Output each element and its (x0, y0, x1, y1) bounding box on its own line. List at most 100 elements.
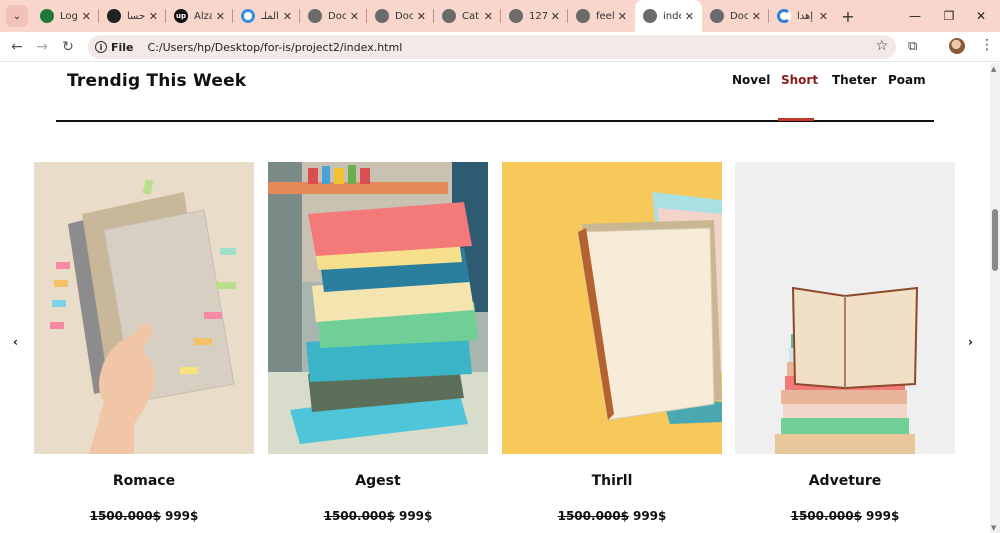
close-icon[interactable]: ✕ (417, 10, 426, 23)
old-price: 1500.000$ (323, 509, 395, 523)
close-icon[interactable]: ✕ (350, 10, 359, 23)
address-bar-row: ← → ↻ i File C:/Users/hp/Desktop/for-is/… (0, 32, 1000, 62)
plus-icon: + (841, 6, 855, 26)
scroll-down-icon[interactable]: ▼ (991, 524, 996, 532)
reload-icon: ↻ (62, 39, 74, 55)
close-icon[interactable]: ✕ (283, 10, 292, 23)
bookmark-star-icon[interactable]: ☆ (875, 38, 888, 54)
nav-link-theter[interactable]: Theter (832, 73, 877, 87)
reload-button[interactable]: ↻ (57, 36, 79, 58)
url-text: C:/Users/hp/Desktop/for-is/project2/inde… (147, 40, 403, 54)
nav-link-poam[interactable]: Poam (888, 73, 926, 87)
close-icon[interactable]: ✕ (618, 10, 627, 23)
scrollbar-thumb[interactable] (992, 209, 998, 271)
browser-tab[interactable]: 127 ✕ (501, 0, 568, 32)
close-icon[interactable]: ✕ (752, 10, 761, 23)
browser-tab[interactable]: feel ✕ (568, 0, 635, 32)
favicon-icon (241, 9, 255, 23)
globe-icon (442, 9, 456, 23)
info-icon[interactable]: i (95, 41, 107, 53)
close-icon[interactable]: ✕ (216, 10, 225, 23)
forward-button[interactable]: → (31, 36, 53, 58)
carousel-prev-button[interactable]: ‹ (13, 335, 18, 349)
browser-tab[interactable]: حسا ✕ (99, 0, 166, 32)
active-nav-indicator (778, 118, 814, 121)
url-scheme: File (111, 40, 134, 54)
new-price: 999$ (865, 509, 900, 523)
close-icon: ✕ (975, 9, 987, 23)
favicon-icon (107, 9, 121, 23)
product-image[interactable] (735, 162, 955, 454)
page-title: Trendig This Week (67, 71, 247, 91)
scroll-up-icon[interactable]: ▲ (991, 65, 996, 73)
nav-link-novel[interactable]: Novel (732, 73, 770, 87)
extensions-icon[interactable]: ⧉ (908, 39, 917, 54)
globe-icon (375, 9, 389, 23)
browser-tab[interactable]: الملـ ✕ (233, 0, 300, 32)
browser-tab[interactable]: Doc ✕ (300, 0, 367, 32)
product-price: 1500.000$ 999$ (735, 509, 955, 523)
carousel-next-button[interactable]: › (968, 335, 973, 349)
product-image[interactable] (268, 162, 488, 454)
browser-tab-active[interactable]: inde✕ (635, 0, 702, 32)
page-viewport: Trendig This Week Novel Short Theter Poa… (0, 63, 990, 533)
globe-icon (576, 9, 590, 23)
browser-tab[interactable]: Doc ✕ (702, 0, 769, 32)
product-price: 1500.000$ 999$ (34, 509, 254, 523)
new-tab-button[interactable]: + (836, 0, 860, 32)
globe-icon (308, 9, 322, 23)
browser-tab[interactable]: upAlza✕ (166, 0, 233, 32)
page-scrollbar[interactable]: ▲ ▼ (990, 63, 1000, 533)
product-name[interactable]: Romace (34, 473, 254, 489)
chevron-left-icon: ‹ (13, 335, 18, 349)
product-card[interactable]: Agest 1500.000$ 999$ (268, 162, 488, 523)
favicon-icon: up (174, 9, 188, 23)
close-icon[interactable]: ✕ (149, 10, 158, 23)
close-icon[interactable]: ✕ (685, 10, 694, 23)
globe-icon (643, 9, 657, 23)
browser-tab[interactable]: Log ✕ (32, 0, 99, 32)
product-image[interactable] (34, 162, 254, 454)
profile-avatar[interactable] (949, 38, 965, 54)
address-input[interactable]: i File C:/Users/hp/Desktop/for-is/projec… (88, 35, 896, 59)
minimize-button[interactable]: — (896, 0, 934, 32)
product-price: 1500.000$ 999$ (502, 509, 722, 523)
browser-tab[interactable]: Doc ✕ (367, 0, 434, 32)
old-price: 1500.000$ (790, 509, 862, 523)
close-icon[interactable]: ✕ (82, 10, 91, 23)
arrow-left-icon: ← (11, 39, 23, 55)
tab-search-button[interactable]: ⌄ (6, 5, 28, 27)
favicon-icon (777, 9, 791, 23)
product-name[interactable]: Thirll (502, 473, 722, 489)
product-card[interactable]: Romace 1500.000$ 999$ (34, 162, 254, 523)
chevron-down-icon: ⌄ (12, 10, 22, 22)
product-name[interactable]: Adveture (735, 473, 955, 489)
globe-icon (509, 9, 523, 23)
nav-link-short[interactable]: Short (781, 73, 818, 87)
back-button[interactable]: ← (6, 36, 28, 58)
new-price: 999$ (398, 509, 433, 523)
product-image[interactable] (502, 162, 722, 454)
restore-icon: ❐ (943, 9, 955, 23)
product-card[interactable]: Thirll 1500.000$ 999$ (502, 162, 722, 523)
old-price: 1500.000$ (557, 509, 629, 523)
minimize-icon: — (909, 9, 921, 23)
close-icon[interactable]: ✕ (551, 10, 560, 23)
menu-kebab-icon[interactable]: ⋮ (980, 37, 994, 53)
browser-tab[interactable]: إهدا ✕ (769, 0, 836, 32)
browser-tab[interactable]: Cat ✕ (434, 0, 501, 32)
close-icon[interactable]: ✕ (819, 10, 828, 23)
product-price: 1500.000$ 999$ (268, 509, 488, 523)
product-name[interactable]: Agest (268, 473, 488, 489)
new-price: 999$ (632, 509, 667, 523)
chevron-right-icon: › (968, 335, 973, 349)
close-window-button[interactable]: ✕ (962, 0, 1000, 32)
browser-tab-bar: ⌄ Log✕ حسا✕ upAlza✕ الملـ✕ Doc✕ Doc✕ Cat… (0, 0, 1000, 32)
new-price: 999$ (164, 509, 199, 523)
favicon-icon (40, 9, 54, 23)
globe-icon (710, 9, 724, 23)
close-icon[interactable]: ✕ (484, 10, 493, 23)
old-price: 1500.000$ (89, 509, 161, 523)
arrow-right-icon: → (36, 39, 48, 55)
product-card[interactable]: Adveture 1500.000$ 999$ (735, 162, 955, 523)
